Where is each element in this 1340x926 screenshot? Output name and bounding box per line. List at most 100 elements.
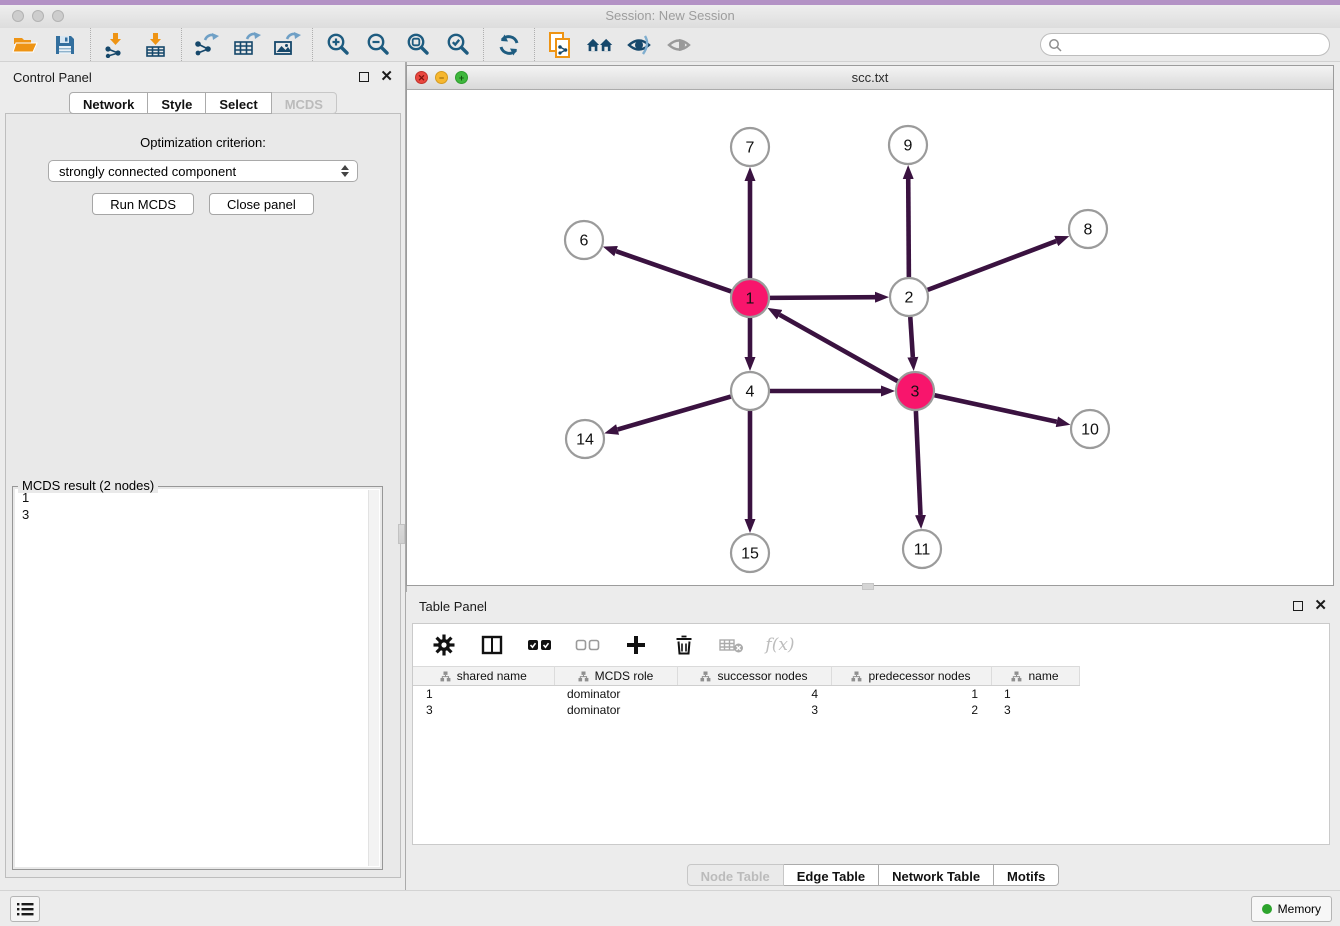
table-cell[interactable]: 1 <box>831 686 991 702</box>
save-disk-icon <box>53 33 77 57</box>
column-layout-button[interactable] <box>478 631 506 659</box>
table-settings-button[interactable] <box>430 631 458 659</box>
zoom-in-button[interactable] <box>324 31 352 59</box>
import-network-button[interactable] <box>102 31 130 59</box>
memory-button[interactable]: Memory <box>1251 896 1332 922</box>
hide-selected-button[interactable] <box>626 31 654 59</box>
delete-column-button[interactable] <box>670 631 698 659</box>
panel-divider-handle[interactable] <box>398 524 405 544</box>
fit-content-button[interactable] <box>404 31 432 59</box>
node-15[interactable]: 15 <box>731 534 769 572</box>
node-10[interactable]: 10 <box>1071 410 1109 448</box>
table-cell[interactable]: 1 <box>991 686 1079 702</box>
edge-2-8[interactable] <box>928 241 1057 290</box>
copy-network-button[interactable] <box>546 31 574 59</box>
svg-text:11: 11 <box>914 542 931 559</box>
add-column-button[interactable] <box>622 631 650 659</box>
table-row[interactable]: 3dominator323 <box>413 702 1079 718</box>
result-scrollbar[interactable] <box>368 490 379 866</box>
node-9[interactable]: 9 <box>889 126 927 164</box>
edge-3-10[interactable] <box>935 395 1057 422</box>
mcds-panel: Optimization criterion: strongly connect… <box>5 113 401 878</box>
column-header-successor-nodes[interactable]: successor nodes <box>677 667 831 686</box>
main-toolbar <box>0 28 1340 62</box>
edge-2-3[interactable] <box>910 317 913 357</box>
edge-3-11[interactable] <box>916 411 921 515</box>
close-panel-button[interactable]: Close panel <box>209 193 314 215</box>
tab-select[interactable]: Select <box>206 92 271 114</box>
import-table-button[interactable] <box>142 31 170 59</box>
horizontal-splitter-handle[interactable] <box>862 583 874 590</box>
deselect-all-rows-button[interactable] <box>574 631 602 659</box>
svg-text:6: 6 <box>580 233 589 250</box>
node-6[interactable]: 6 <box>565 221 603 259</box>
delete-table-button[interactable] <box>718 631 746 659</box>
node-14[interactable]: 14 <box>566 420 604 458</box>
tab-edge-table[interactable]: Edge Table <box>784 864 879 886</box>
tab-network[interactable]: Network <box>69 92 148 114</box>
tab-node-table[interactable]: Node Table <box>687 864 784 886</box>
close-table-panel-icon[interactable]: ✕ <box>1314 601 1327 611</box>
network-graph[interactable]: 7 9 6 8 1 2 4 3 14 10 15 11 <box>407 91 1333 585</box>
export-table-icon <box>233 32 261 58</box>
column-header-shared-name[interactable]: shared name <box>413 667 554 686</box>
criterion-dropdown[interactable]: strongly connected component <box>48 160 358 182</box>
tab-mcds[interactable]: MCDS <box>272 92 337 114</box>
export-table-button[interactable] <box>233 31 261 59</box>
tab-network-table[interactable]: Network Table <box>879 864 994 886</box>
select-all-rows-button[interactable] <box>526 631 554 659</box>
node-1[interactable]: 1 <box>731 279 769 317</box>
column-header-MCDS-role[interactable]: MCDS role <box>554 667 677 686</box>
close-panel-icon[interactable]: ✕ <box>380 72 393 82</box>
search-input[interactable] <box>1062 36 1329 53</box>
show-all-button[interactable] <box>666 31 694 59</box>
network-canvas[interactable]: 7 9 6 8 1 2 4 3 14 10 15 11 <box>407 91 1333 585</box>
table-toolbar: f(x) <box>413 624 1329 666</box>
node-11[interactable]: 11 <box>903 530 941 568</box>
export-network-button[interactable] <box>193 31 221 59</box>
tab-motifs[interactable]: Motifs <box>994 864 1059 886</box>
node-4[interactable]: 4 <box>731 372 769 410</box>
fit-content-icon <box>406 32 431 57</box>
table-cell[interactable]: 1 <box>413 686 554 702</box>
mcds-result-box: MCDS result (2 nodes) 13 <box>12 486 383 870</box>
edge-1-2[interactable] <box>770 297 875 298</box>
open-session-button[interactable] <box>11 31 39 59</box>
run-mcds-button[interactable]: Run MCDS <box>92 193 194 215</box>
table-cell[interactable]: dominator <box>554 686 677 702</box>
node-8[interactable]: 8 <box>1069 210 1107 248</box>
search-field[interactable] <box>1040 33 1330 56</box>
tab-style[interactable]: Style <box>148 92 206 114</box>
column-header-predecessor-nodes[interactable]: predecessor nodes <box>831 667 991 686</box>
float-panel-icon[interactable] <box>359 72 369 82</box>
apply-layout-button[interactable] <box>495 31 523 59</box>
node-7[interactable]: 7 <box>731 128 769 166</box>
table-cell[interactable]: dominator <box>554 702 677 718</box>
node-3[interactable]: 3 <box>896 372 934 410</box>
node-2[interactable]: 2 <box>890 278 928 316</box>
edge-2-9[interactable] <box>908 179 909 277</box>
node-table[interactable]: shared nameMCDS rolesuccessor nodesprede… <box>413 666 1080 718</box>
table-cell[interactable]: 3 <box>991 702 1079 718</box>
export-image-button[interactable] <box>273 31 301 59</box>
edge-1-6[interactable] <box>616 251 731 291</box>
mcds-result-list[interactable]: 13 <box>15 489 380 867</box>
float-table-panel-icon[interactable] <box>1293 601 1303 611</box>
zoom-selected-button[interactable] <box>444 31 472 59</box>
edge-4-14[interactable] <box>618 397 731 430</box>
table-cell[interactable]: 2 <box>831 702 991 718</box>
save-session-button[interactable] <box>51 31 79 59</box>
table-cell[interactable]: 3 <box>413 702 554 718</box>
table-cell[interactable]: 3 <box>677 702 831 718</box>
column-header-name[interactable]: name <box>991 667 1079 686</box>
fx-icon: f(x) <box>765 635 794 655</box>
network-window-titlebar[interactable]: ✕ − + scc.txt <box>407 66 1333 90</box>
function-builder-button[interactable]: f(x) <box>766 631 794 659</box>
table-row[interactable]: 1dominator411 <box>413 686 1079 702</box>
task-history-button[interactable] <box>10 896 40 922</box>
table-cell[interactable]: 4 <box>677 686 831 702</box>
edge-3-1[interactable] <box>780 315 898 381</box>
zoom-out-button[interactable] <box>364 31 392 59</box>
checked-boxes-icon <box>527 638 553 652</box>
home-button[interactable] <box>586 31 614 59</box>
